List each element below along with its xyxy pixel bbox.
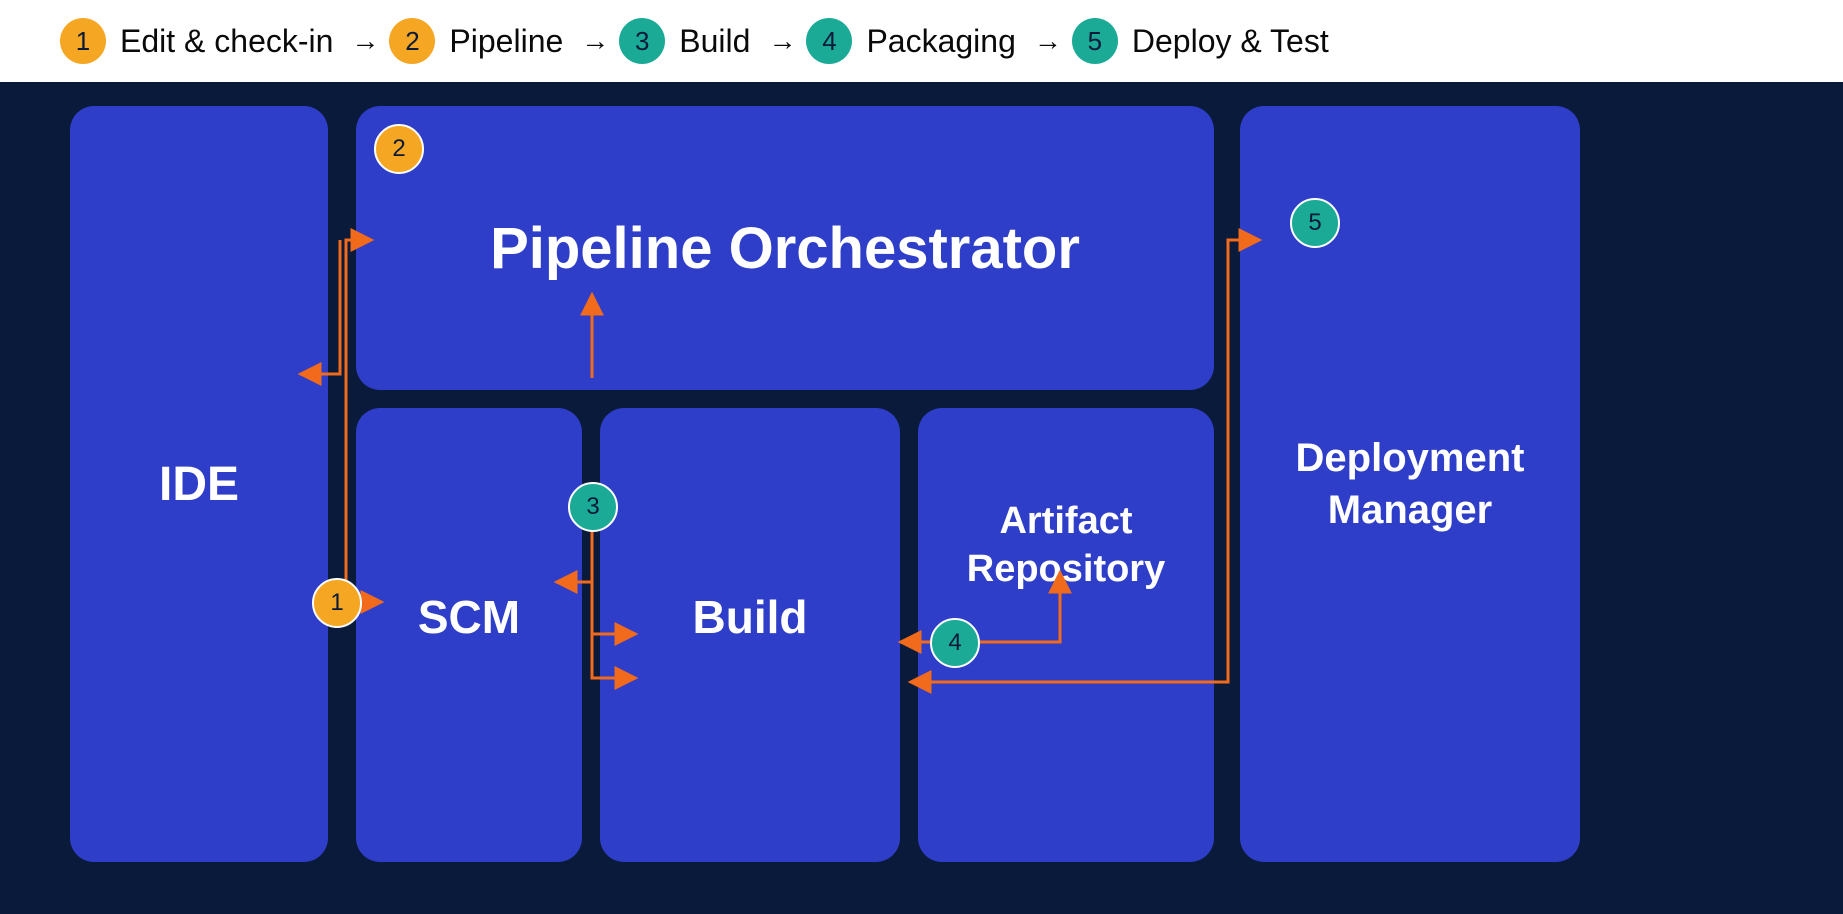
- box-pipeline-orchestrator: Pipeline Orchestrator: [356, 106, 1214, 390]
- legend-item-5: 5 Deploy & Test: [1072, 18, 1329, 64]
- flow-badge-5: 5: [1290, 198, 1340, 248]
- legend-label-4: Packaging: [866, 23, 1015, 60]
- flow-badge-2: 2: [374, 124, 424, 174]
- box-ar-label: Artifact Repository: [967, 498, 1165, 593]
- box-ide: IDE: [70, 106, 328, 862]
- legend-label-5: Deploy & Test: [1132, 23, 1329, 60]
- legend-badge-5: 5: [1072, 18, 1118, 64]
- box-ide-label: IDE: [159, 457, 239, 512]
- legend-item-1: 1 Edit & check-in →: [60, 18, 379, 64]
- legend-badge-2: 2: [389, 18, 435, 64]
- legend-item-2: 2 Pipeline →: [389, 18, 609, 64]
- box-build-label: Build: [693, 590, 808, 644]
- box-ar-line2: Repository: [967, 548, 1165, 590]
- legend-badge-3: 3: [619, 18, 665, 64]
- arrow-right-icon: →: [768, 25, 796, 57]
- arrow-right-icon: →: [581, 25, 609, 57]
- arrow-right-icon: →: [1034, 25, 1062, 57]
- legend-label-1: Edit & check-in: [120, 23, 333, 60]
- box-po-label: Pipeline Orchestrator: [490, 215, 1080, 282]
- legend-bar: 1 Edit & check-in → 2 Pipeline → 3 Build…: [0, 0, 1843, 82]
- flow-badge-4: 4: [930, 618, 980, 668]
- flow-badge-3: 3: [568, 482, 618, 532]
- flow-badge-1: 1: [312, 578, 362, 628]
- box-scm-label: SCM: [418, 590, 520, 644]
- legend-badge-4: 4: [806, 18, 852, 64]
- box-scm: SCM: [356, 408, 582, 862]
- legend-label-2: Pipeline: [449, 23, 563, 60]
- box-build: Build: [600, 408, 900, 862]
- diagram-stage: IDE Pipeline Orchestrator SCM Build Arti…: [0, 82, 1843, 914]
- box-dm-label: Deployment Manager: [1296, 432, 1525, 536]
- legend-badge-1: 1: [60, 18, 106, 64]
- legend-item-3: 3 Build →: [619, 18, 796, 64]
- box-dm-line2: Manager: [1328, 488, 1493, 532]
- legend-item-4: 4 Packaging →: [806, 18, 1061, 64]
- arrow-right-icon: →: [351, 25, 379, 57]
- box-ar-line1: Artifact: [999, 500, 1132, 542]
- legend-label-3: Build: [679, 23, 750, 60]
- box-dm-line1: Deployment: [1296, 436, 1525, 480]
